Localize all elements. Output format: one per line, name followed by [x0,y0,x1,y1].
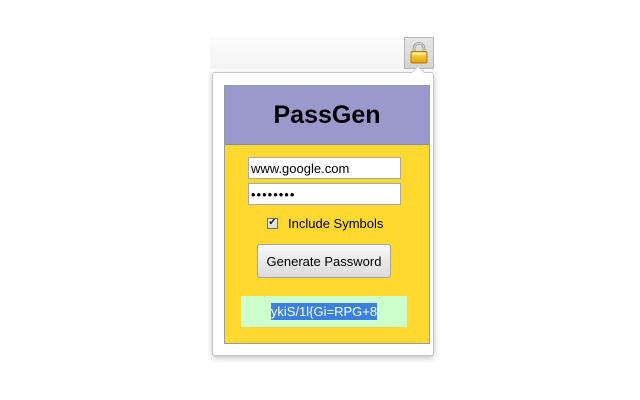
app-title: PassGen [273,100,381,129]
extension-popup: PassGen ✔ Include Symbols Generate Passw… [212,72,434,356]
header-bar: PassGen [225,86,429,145]
generate-password-button[interactable]: Generate Password [257,244,391,278]
include-symbols-checkbox[interactable]: ✔ [267,217,278,229]
generated-password-box: ykiS/1l{Gi=RPG+8 [241,296,407,327]
browser-area: PassGen ✔ Include Symbols Generate Passw… [0,0,640,400]
browser-toolbar [210,37,434,69]
master-password-input[interactable] [248,183,401,205]
popup-arrow-fill [412,67,424,73]
site-input[interactable] [248,157,401,179]
padlock-icon [407,41,431,65]
include-symbols-option[interactable]: ✔ Include Symbols [267,214,383,232]
include-symbols-label[interactable]: Include Symbols [288,216,383,231]
generated-password-text[interactable]: ykiS/1l{Gi=RPG+8 [270,303,378,320]
checkmark-icon: ✔ [268,217,277,228]
passgen-panel: PassGen ✔ Include Symbols Generate Passw… [224,85,430,344]
extension-button[interactable] [404,37,434,69]
